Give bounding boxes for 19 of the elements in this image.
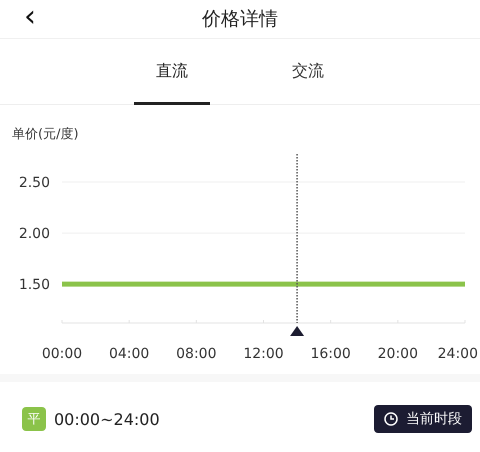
x-tick-label: 00:00 xyxy=(42,346,82,362)
axis-label: 单价(元/度) xyxy=(12,126,80,142)
x-tick-label: 08:00 xyxy=(176,346,217,362)
y-tick-label: 1.50 xyxy=(18,277,50,294)
x-tick-label: 12:00 xyxy=(243,346,284,362)
period-badge: 平 xyxy=(22,407,46,431)
x-tick-label: 04:00 xyxy=(108,346,150,362)
back-button[interactable]: ‹ xyxy=(18,2,42,32)
y-tick-label: 2.00 xyxy=(18,226,50,242)
time-range: 00:00~24:00 xyxy=(54,410,161,428)
y-tick-label: 2.50 xyxy=(18,175,50,191)
x-tick-label: 20:00 xyxy=(378,346,418,362)
page-title: 价格详情 xyxy=(202,7,278,32)
tab[interactable]: 交流 xyxy=(270,61,346,105)
clock-icon xyxy=(384,412,398,426)
current-period-button[interactable]: 当前时段 xyxy=(374,405,472,433)
x-tick-label: 16:00 xyxy=(310,346,351,362)
x-tick-label: 24:00 xyxy=(438,346,478,362)
tab[interactable]: 直流 xyxy=(134,61,210,105)
